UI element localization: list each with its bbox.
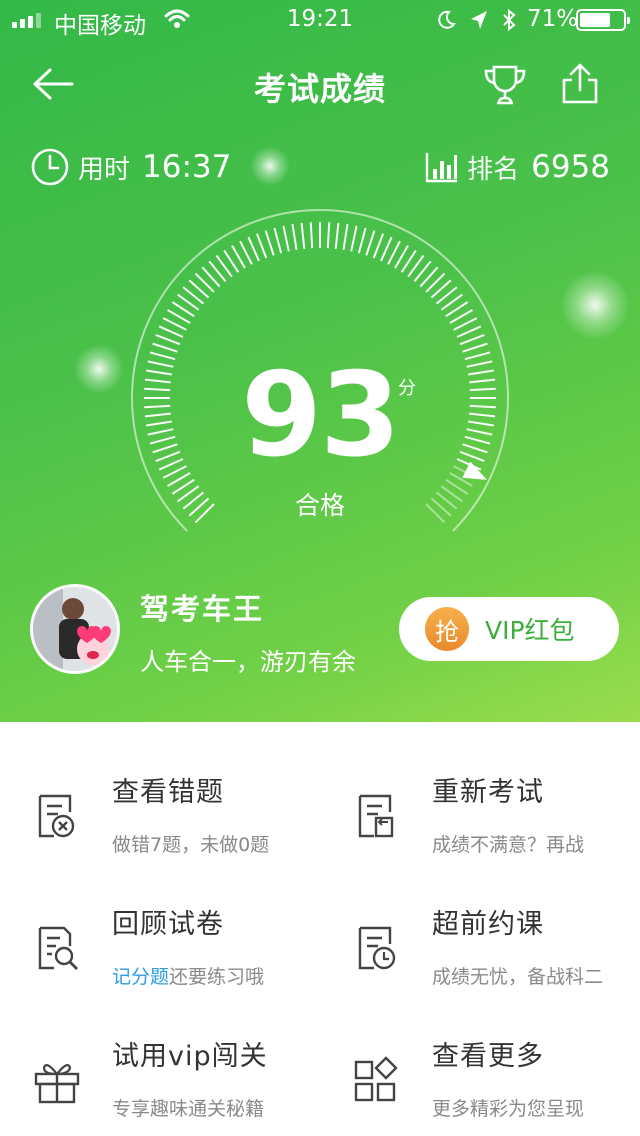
- gauge-tick: [282, 225, 290, 252]
- menu-item-subtitle: 做错7题，未做0题: [112, 834, 270, 856]
- retake-exam-icon: [358, 794, 394, 838]
- user-card: 驾考车王 人车合一，游刃有余: [30, 584, 410, 676]
- gauge-tick: [326, 222, 331, 249]
- gauge-tick: [456, 325, 482, 338]
- menu-item-subtitle: 成绩无忧，备战科二: [432, 966, 604, 988]
- menu-item-retake-exam[interactable]: 重新考试 成绩不满意？再战: [320, 722, 640, 856]
- menu-item-subtitle: 更多精彩为您呈现: [432, 1098, 585, 1120]
- menu-item-review-paper[interactable]: 回顾试卷 记分题还要练习哦: [0, 854, 320, 989]
- user-motto: 人车合一，游刃有余: [140, 648, 356, 676]
- menu-item-subtitle: 成绩不满意？再战: [432, 834, 585, 856]
- subtitle-rest: 还要练习哦: [169, 966, 265, 988]
- more-apps-icon: [354, 1056, 398, 1102]
- menu-item-more[interactable]: 查看更多 更多精彩为您呈现: [320, 986, 640, 1120]
- menu-item-title: 查看错题: [112, 777, 224, 808]
- gauge-tick: [372, 233, 385, 259]
- menu-item-title: 重新考试: [432, 777, 544, 808]
- menu-item-title: 查看更多: [432, 1041, 544, 1072]
- menu-item-subtitle: 专享趣味通关秘籍: [112, 1098, 265, 1120]
- gauge-tick: [365, 230, 376, 256]
- action-menu: 查看错题 做错7题，未做0题 重新考试 成绩不满意？再战 回顾试卷 记分题还要练…: [0, 722, 640, 1136]
- gauge-tick: [264, 230, 275, 256]
- menu-item-title: 超前约课: [432, 909, 544, 940]
- gauge-tick: [273, 227, 283, 254]
- score-value: 93: [241, 348, 400, 483]
- menu-item-schedule-class[interactable]: 超前约课 成绩无忧，备战科二: [320, 854, 640, 988]
- gift-icon: [34, 1064, 80, 1104]
- menu-item-try-vip[interactable]: 试用vip闯关 专享趣味通关秘籍: [0, 986, 320, 1120]
- avatar[interactable]: [30, 584, 120, 674]
- gauge-tick: [309, 222, 314, 249]
- gauge-tick: [247, 236, 260, 262]
- gauge-tick: [342, 224, 349, 251]
- gauge-tick: [255, 233, 268, 259]
- gauge-tick: [334, 222, 340, 249]
- score-unit: 分: [398, 378, 416, 399]
- gauge-tick: [462, 342, 488, 353]
- subtitle-highlight[interactable]: 记分题: [112, 966, 169, 988]
- gauge-tick: [291, 224, 298, 251]
- menu-item-subtitle: 记分题还要练习哦: [112, 962, 264, 989]
- user-name: 驾考车王: [140, 592, 265, 626]
- gauge-tick: [155, 333, 181, 346]
- result-header: 中国移动 19:21 71% 考试成绩 用时 16:37 排名 6958 93 …: [0, 0, 640, 722]
- gauge-tick: [152, 342, 178, 353]
- gauge-tick: [300, 222, 306, 249]
- schedule-class-icon: [358, 926, 396, 970]
- menu-item-title: 回顾试卷: [112, 909, 224, 940]
- menu-item-title: 试用vip闯关: [112, 1041, 268, 1072]
- pass-status: 合格: [294, 491, 345, 520]
- gauge-tick: [380, 236, 393, 262]
- gauge-tick: [158, 325, 184, 338]
- vip-red-packet-button[interactable]: 抢 VIP红包: [399, 597, 619, 661]
- review-paper-icon: [38, 926, 78, 970]
- vip-button-label: VIP红包: [485, 616, 575, 645]
- menu-item-wrong-answers[interactable]: 查看错题 做错7题，未做0题: [0, 722, 320, 856]
- wrong-answers-icon: [38, 794, 75, 838]
- gauge-tick: [459, 333, 485, 346]
- grab-badge-icon: 抢: [425, 607, 469, 651]
- gauge-tick: [357, 227, 367, 254]
- gauge-tick: [350, 225, 358, 252]
